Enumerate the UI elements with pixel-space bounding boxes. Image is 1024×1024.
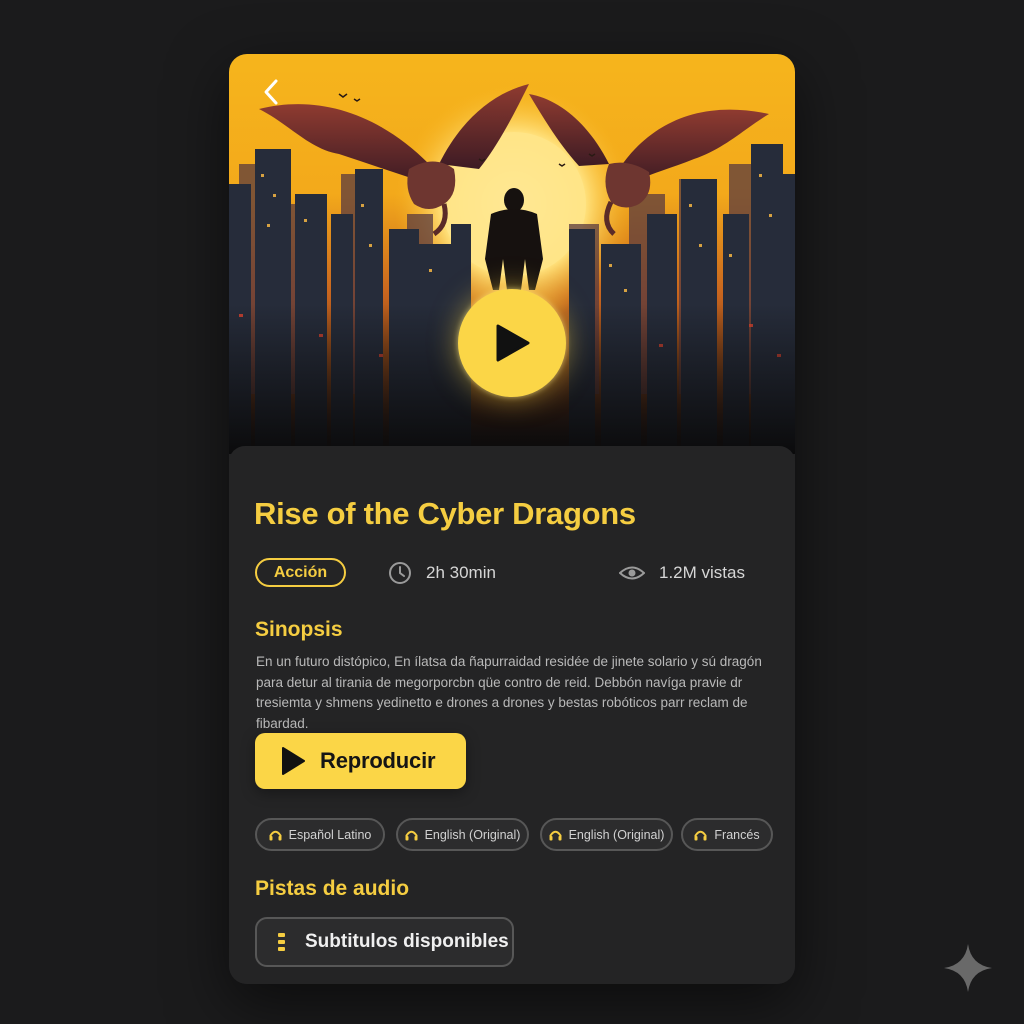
audio-heading: Pistas de audio — [255, 877, 410, 900]
play-overlay-button[interactable] — [458, 289, 566, 397]
audio-track-chip[interactable]: Francés — [681, 818, 773, 851]
audio-track-list: Español Latino English (Original) Englis… — [255, 818, 775, 852]
subtitles-label: Subtitulos disponibles — [305, 931, 509, 952]
back-button[interactable] — [257, 78, 285, 106]
duration: 2h 30min — [388, 558, 496, 588]
headphones-icon — [405, 830, 418, 840]
headphones-icon — [694, 830, 707, 840]
views-text: 1.2M vistas — [659, 563, 745, 582]
movie-meta: Acción 2h 30min 1.2M vistas — [255, 558, 775, 588]
subtitles-icon — [277, 932, 287, 952]
audio-track-label: English (Original) — [568, 827, 665, 842]
audio-track-chip[interactable]: Español Latino — [255, 818, 385, 851]
synopsis-text: En un futuro distópico, En ílatsa da ñap… — [256, 654, 762, 731]
duration-text: 2h 30min — [426, 563, 496, 582]
hero-poster — [229, 54, 795, 454]
movie-detail-card: Rise of the Cyber Dragons Acción 2h 30mi… — [229, 54, 795, 984]
subtitles-button[interactable]: Subtitulos disponibles — [255, 917, 514, 967]
audio-track-chip[interactable]: English (Original) — [540, 818, 673, 851]
play-button[interactable]: Reproducir — [255, 733, 466, 789]
audio-track-label: Español Latino — [288, 827, 372, 842]
chevron-left-icon — [264, 79, 278, 105]
audio-track-label: Francés — [714, 827, 760, 842]
genre-badge[interactable]: Acción — [255, 558, 346, 587]
movie-title: Rise of the Cyber Dragons — [254, 496, 636, 531]
headphones-icon — [269, 830, 282, 840]
views: 1.2M vistas — [619, 558, 745, 588]
synopsis-heading: Sinopsis — [255, 618, 343, 641]
play-icon — [280, 746, 306, 776]
play-icon — [496, 324, 530, 362]
audio-track-label: English (Original) — [424, 827, 521, 842]
sparkle-icon — [944, 944, 992, 992]
details-panel: Rise of the Cyber Dragons Acción 2h 30mi… — [229, 446, 795, 984]
play-button-label: Reproducir — [320, 748, 436, 773]
eye-icon — [619, 566, 645, 580]
headphones-icon — [549, 830, 562, 840]
clock-icon — [389, 562, 411, 584]
audio-track-chip[interactable]: English (Original) — [396, 818, 529, 851]
